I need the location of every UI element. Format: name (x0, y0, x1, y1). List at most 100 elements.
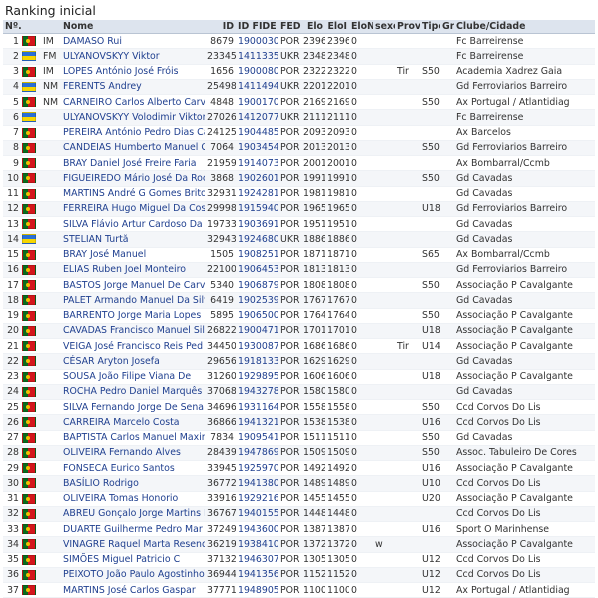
player-eloi: 1701 (325, 323, 349, 340)
player-name: ULYANOVSKYY Volodimir Viktor (61, 109, 205, 126)
player-id-fide: 1900471 (236, 323, 278, 340)
player-id: 22100 (205, 262, 236, 279)
table-row[interactable]: 15 BRAY José Manuel 1505 1908251 POR 1871 1871… (3, 247, 595, 263)
table-row[interactable]: 24 ROCHA Pedro Daniel Marquês 37068 1943278… (3, 384, 595, 401)
player-elo: 1686 (301, 338, 325, 355)
table-row[interactable]: 18 PALET Armando Manuel Da Silva 6419 19025… (3, 292, 595, 309)
table-row[interactable]: 27 BAPTISTA Carlos Manuel Maximi 7834 19095… (3, 430, 595, 446)
table-row[interactable]: 7 PEREIRA António Pedro Dias Ca 24125 19044… (3, 125, 595, 141)
column-header-gr[interactable]: Gr (440, 20, 454, 34)
player-sexo (373, 125, 395, 141)
player-id-fide: 1903454 (236, 140, 278, 157)
player-name: FERENTS Andrey (61, 79, 205, 96)
player-name: SILVA Flávio Artur Cardoso Da (61, 216, 205, 233)
player-elo: 1509 (301, 445, 325, 462)
player-club: Gd Ferroviarios Barreiro (454, 201, 595, 218)
player-title (41, 216, 61, 233)
table-row[interactable]: 30 BASÍLIO Rodrigo 36772 1941380 POR 1489 1489… (3, 475, 595, 492)
table-row[interactable]: 31 OLIVEIRA Tomas Honorio 33916 1929216 POR 1… (3, 491, 595, 507)
player-elo: 1951 (301, 216, 325, 233)
player-elo: 2001 (301, 155, 325, 172)
player-name: SOUSA João Filipe Viana De (61, 369, 205, 385)
player-id-fide: 1948905 (236, 582, 278, 598)
player-prov (395, 79, 420, 96)
player-tipo: U16 (420, 414, 440, 431)
table-row[interactable]: 8 CANDEIAS Humberto Manuel Coel7064190345… (3, 140, 595, 157)
player-title (41, 506, 61, 523)
column-header-title[interactable] (41, 20, 61, 34)
table-row[interactable]: 21 VEIGA José Francisco Reis Ped 34450 1930… (3, 338, 595, 355)
player-sexo (373, 369, 395, 385)
column-header-eloi[interactable]: EloI (325, 20, 349, 34)
portugal-flag-icon (22, 280, 36, 291)
player-elon: 0 (349, 155, 373, 172)
table-row[interactable]: 35 SIMÕES Miguel Patricio C 37132 1946307 PO… (3, 552, 595, 568)
player-elo: 2111 (301, 109, 325, 126)
column-header-id[interactable]: ID (205, 20, 236, 34)
table-row[interactable]: 28 OLIVEIRA Fernando Alves 28439 1947869 POR… (3, 445, 595, 462)
table-row[interactable]: 32 ABREU Gonçalo Jorge Martins D 36767 1940… (3, 506, 595, 523)
player-name: FERREIRA Hugo Miguel Da Costa (61, 201, 205, 218)
player-gr (440, 445, 454, 462)
table-row[interactable]: 1 IM DAMASO Rui 8679 1900030 POR 2396 2396 0 Fc B… (3, 33, 595, 50)
table-row[interactable]: 36 PEIXOTO João Paulo Agostinho 36944 19413… (3, 567, 595, 584)
table-row[interactable]: 10 FIGUEIREDO Mário José Da Roch 3868 19026… (3, 170, 595, 187)
table-row[interactable]: 5 NM CARNEIRO Carlos Alberto Carva 4848 1900… (3, 94, 595, 111)
player-fed: POR (278, 582, 301, 598)
column-header-number[interactable]: Nº. (3, 20, 21, 34)
table-row[interactable]: 25 SILVA Fernando Jorge De Sena 34696 19311… (3, 399, 595, 416)
flag-cell (21, 308, 41, 324)
player-tipo: U16 (420, 521, 440, 538)
table-row[interactable]: 14 STELIAN Turtă 32943 1924680 UKR 1886 1886 0 G… (3, 231, 595, 248)
column-header-club[interactable]: Clube/Cidade (454, 20, 595, 34)
player-name: ROCHA Pedro Daniel Marquês (61, 384, 205, 401)
player-tipo (420, 506, 440, 523)
table-row[interactable]: 6 ULYANOVSKYY Volodimir Viktor 27026 141207… (3, 109, 595, 126)
table-row[interactable]: 34 VINAGRE Raquel Marta Resende 36219 19384… (3, 536, 595, 553)
column-header-prov[interactable]: Prov. (395, 20, 420, 34)
player-elo: 1871 (301, 247, 325, 263)
flag-cell (21, 445, 41, 462)
player-sexo (373, 79, 395, 96)
table-row[interactable]: 23 SOUSA João Filipe Viana De 31260 1929895… (3, 369, 595, 385)
rank-number: 23 (3, 369, 21, 385)
player-sexo (373, 308, 395, 324)
player-gr (440, 369, 454, 385)
table-row[interactable]: 2FMULYANOVSKYY Viktor2334514113350UKR234… (3, 48, 595, 65)
column-header-flag[interactable] (21, 20, 41, 34)
player-sexo (373, 384, 395, 401)
player-elon: 0 (349, 79, 373, 96)
table-row[interactable]: 20 CAVADAS Francisco Manuel Silv 26822 1900… (3, 323, 595, 340)
player-name: OLIVEIRA Tomas Honorio (61, 491, 205, 507)
column-header-sexo[interactable]: sexo (373, 20, 395, 34)
table-row[interactable]: 37 MARTINS José Carlos Gaspar 37771 1948905… (3, 582, 595, 598)
player-elo: 1305 (301, 552, 325, 568)
column-header-id-fide[interactable]: ID FIDE (236, 20, 278, 34)
table-row[interactable]: 11 MARTINS André G Gomes Brito 32931 192428… (3, 186, 595, 202)
table-row[interactable]: 12 FERREIRA Hugo Miguel Da Costa 29998 1915… (3, 201, 595, 218)
column-header-fed[interactable]: FED (278, 20, 301, 34)
table-row[interactable]: 19 BARRENTO Jorge Maria Lopes 5895 1906500 P… (3, 308, 595, 324)
column-header-name[interactable]: Nome (61, 20, 205, 34)
player-elo: 1372 (301, 536, 325, 553)
table-row[interactable]: 26 CARREIRA Marcelo Costa 36866 1941321 POR 1… (3, 414, 595, 431)
column-header-tipo[interactable]: Tipo (420, 20, 440, 34)
column-header-elo[interactable]: Elo (301, 20, 325, 34)
table-row[interactable]: 4NMFERENTS Andrey2549814114941UKR2201220… (3, 79, 595, 96)
table-row[interactable]: 13 SILVA Flávio Artur Cardoso Da 19733 1903… (3, 216, 595, 233)
player-id-fide: 1906500 (236, 308, 278, 324)
table-row[interactable]: 16 ELIAS Ruben Joel Monteiro 22100 1906453 P… (3, 262, 595, 279)
player-eloi: 1606 (325, 369, 349, 385)
player-id-fide: 1943600 (236, 521, 278, 538)
table-row[interactable]: 3 IM LOPES António José Fróis 1656 1900080 PO… (3, 64, 595, 80)
table-row[interactable]: 29 FONSECA Eurico Santos 33945 1925970 POR 14… (3, 460, 595, 477)
table-row[interactable]: 17 BASTOS Jorge Manuel De Carval 5340 19068… (3, 277, 595, 294)
column-header-elon[interactable]: EloN (349, 20, 373, 34)
table-row[interactable]: 22 CÉSAR Aryton Josefa 29656 1918133 POR 1629… (3, 353, 595, 370)
player-id: 29998 (205, 201, 236, 218)
table-row[interactable]: 9 BRAY Daniel José Freire Faria 21959 19140… (3, 155, 595, 172)
table-row[interactable]: 33 DUARTE Guilherme Pedro Mar 37249 1943600… (3, 521, 595, 538)
player-title (41, 323, 61, 340)
player-title (41, 430, 61, 446)
flag-cell (21, 506, 41, 523)
